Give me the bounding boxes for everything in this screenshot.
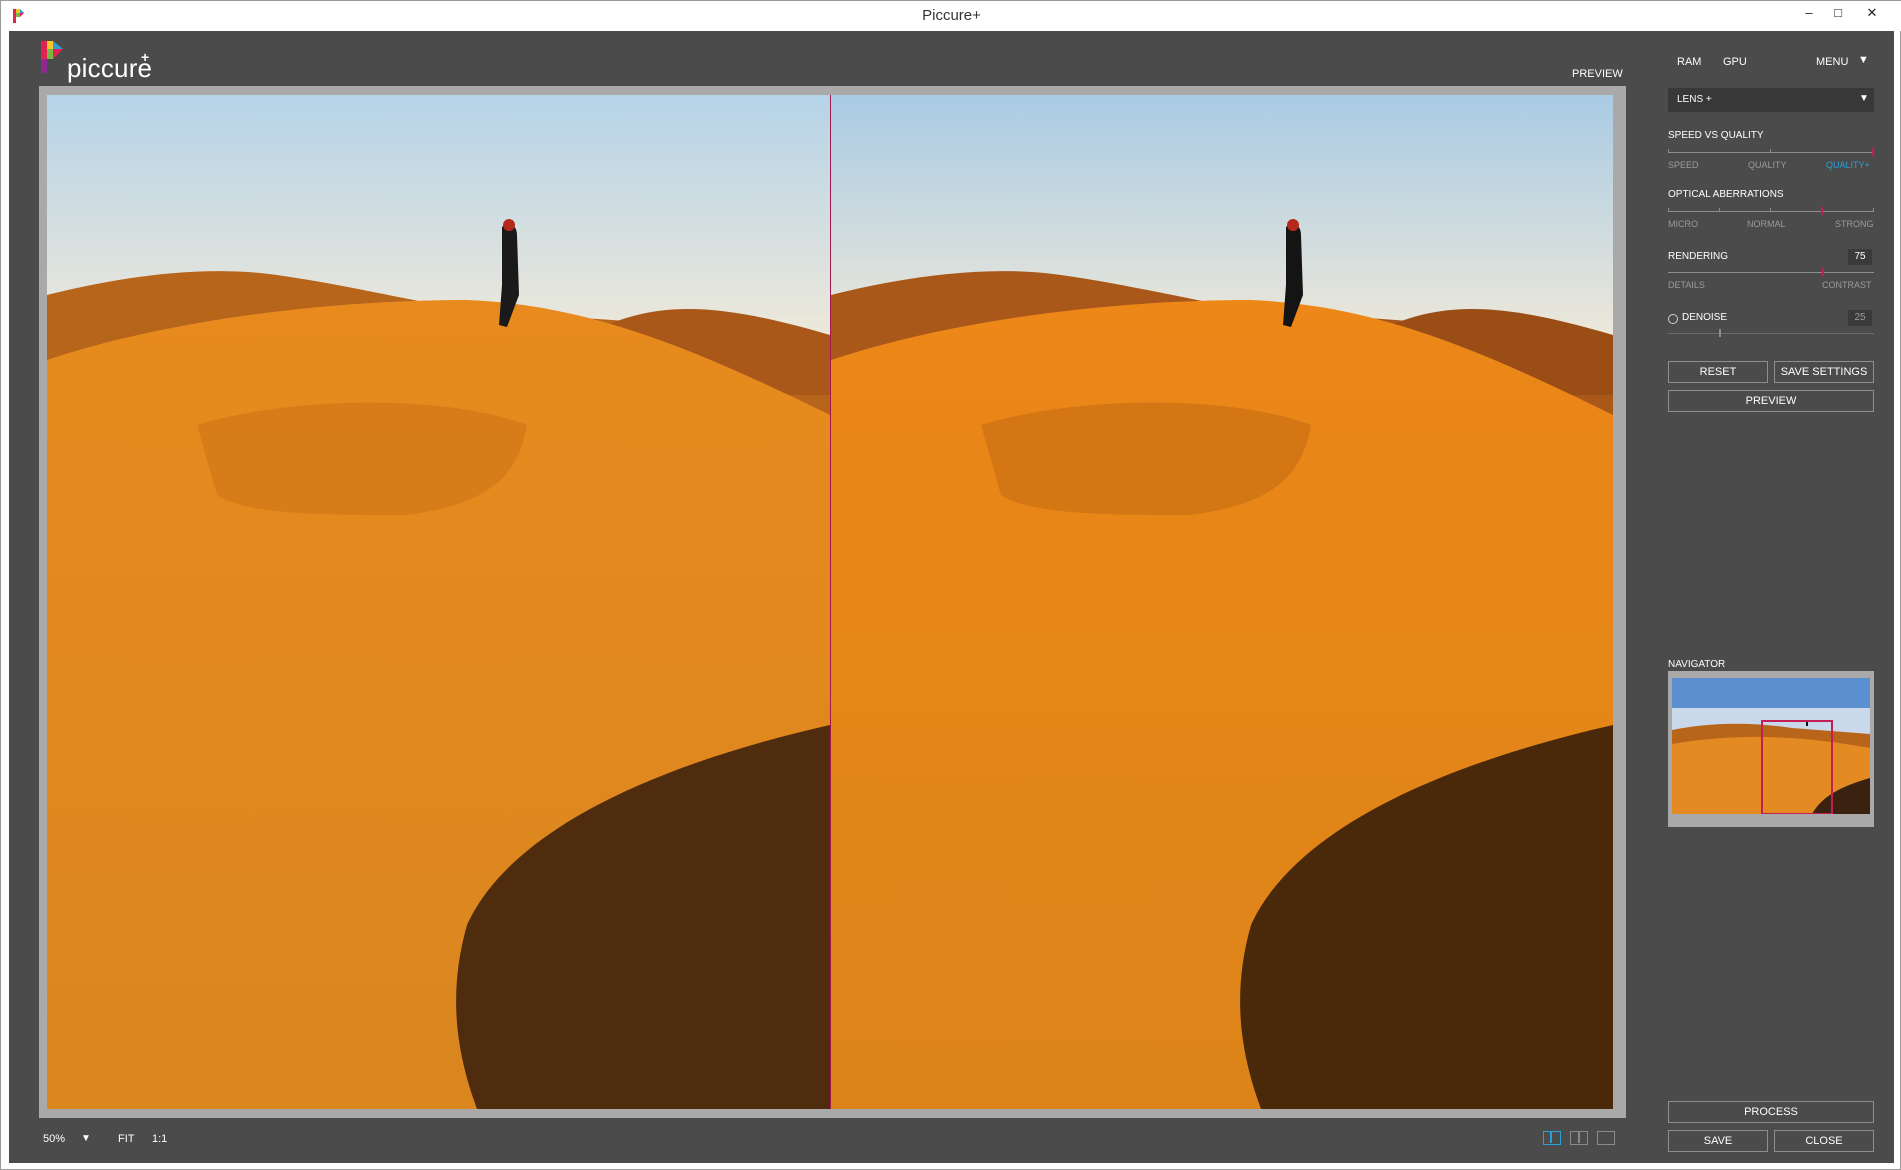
denoise-slider[interactable] — [1668, 329, 1874, 337]
logo-text: piccure — [67, 53, 153, 83]
rendering-thumb[interactable] — [1822, 268, 1824, 276]
navigator-viewport[interactable] — [1761, 720, 1833, 814]
optical-aberrations-thumb[interactable] — [1821, 207, 1823, 215]
denoise-thumb[interactable] — [1719, 329, 1721, 337]
menu-button[interactable]: MENU — [1816, 56, 1848, 68]
original-image[interactable] — [47, 95, 830, 1109]
optical-aberrations-label: OPTICAL ABERRATIONS — [1668, 189, 1784, 200]
image-canvas[interactable] — [39, 86, 1626, 1118]
details-tick: DETAILS — [1668, 280, 1705, 290]
speed-vs-quality-label: SPEED VS QUALITY — [1668, 130, 1764, 141]
preset-select[interactable]: LENS + ▼ — [1668, 88, 1874, 112]
processed-image[interactable] — [831, 95, 1613, 1109]
piccure-logo-icon — [41, 41, 63, 73]
preset-dropdown-icon: ▼ — [1859, 93, 1869, 104]
reset-button[interactable]: RESET — [1668, 361, 1768, 383]
strong-tick: STRONG — [1835, 219, 1874, 229]
micro-tick: MICRO — [1668, 219, 1698, 229]
one-to-one-button[interactable]: 1:1 — [152, 1133, 167, 1145]
split-view-icon[interactable] — [1570, 1131, 1588, 1145]
speed-vs-quality-thumb[interactable] — [1872, 148, 1874, 156]
application-window: Piccure+ – □ ✕ piccure + PREVIEW 50% ▼ F… — [0, 0, 1901, 1170]
preview-button[interactable]: PREVIEW — [1668, 390, 1874, 412]
quality-plus-tick[interactable]: QUALITY+ — [1826, 160, 1870, 170]
window-title: Piccure+ — [922, 7, 981, 24]
fit-button[interactable]: FIT — [118, 1133, 135, 1145]
optical-aberrations-slider[interactable] — [1668, 207, 1874, 215]
app-area: piccure + PREVIEW 50% ▼ FIT 1:1 RAM GPU … — [9, 31, 1894, 1163]
settings-panel: RAM GPU MENU ▼ LENS + ▼ SPEED VS QUALITY… — [1658, 31, 1894, 1163]
title-bar: Piccure+ – □ ✕ — [1, 1, 1901, 31]
rendering-slider[interactable] — [1668, 268, 1874, 276]
preview-mode-label: PREVIEW — [1572, 68, 1623, 80]
speed-tick[interactable]: SPEED — [1668, 160, 1699, 170]
contrast-tick: CONTRAST — [1822, 280, 1872, 290]
process-button[interactable]: PROCESS — [1668, 1101, 1874, 1123]
speed-vs-quality-slider[interactable] — [1668, 148, 1874, 156]
maximize-icon[interactable]: □ — [1823, 1, 1853, 25]
navigator-label: NAVIGATOR — [1668, 659, 1726, 670]
close-button[interactable]: CLOSE — [1774, 1130, 1874, 1152]
denoise-label: DENOISE — [1682, 312, 1728, 323]
close-window-icon[interactable]: ✕ — [1857, 1, 1887, 25]
denoise-toggle[interactable] — [1668, 314, 1678, 324]
rendering-value[interactable]: 75 — [1848, 249, 1872, 265]
gpu-indicator: GPU — [1723, 56, 1747, 68]
navigator[interactable] — [1668, 671, 1874, 827]
save-button[interactable]: SAVE — [1668, 1130, 1768, 1152]
logo-plus: + — [141, 49, 150, 65]
zoom-dropdown-icon[interactable]: ▼ — [81, 1133, 91, 1144]
normal-tick: NORMAL — [1747, 219, 1786, 229]
navigator-thumbnail[interactable] — [1672, 678, 1870, 814]
minimize-icon[interactable]: – — [1794, 1, 1824, 25]
side-by-side-view-icon[interactable] — [1543, 1131, 1561, 1145]
save-settings-button[interactable]: SAVE SETTINGS — [1774, 361, 1874, 383]
rendering-label: RENDERING — [1668, 251, 1729, 262]
preset-value: LENS + — [1677, 94, 1712, 105]
ram-indicator: RAM — [1677, 56, 1702, 68]
zoom-level[interactable]: 50% — [43, 1133, 65, 1145]
single-view-icon[interactable] — [1597, 1131, 1615, 1145]
quality-tick[interactable]: QUALITY — [1748, 160, 1787, 170]
menu-dropdown-icon[interactable]: ▼ — [1858, 54, 1869, 66]
denoise-value[interactable]: 25 — [1848, 310, 1872, 326]
